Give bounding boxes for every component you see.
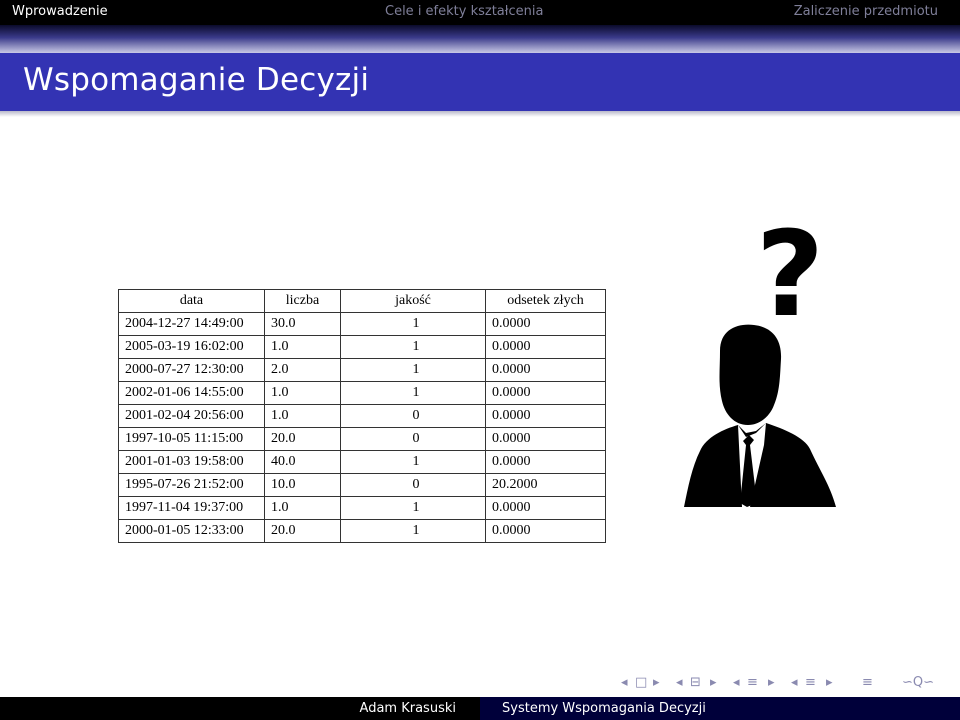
- nav-prev-frame-arrow[interactable]: ◂: [621, 675, 628, 690]
- cell-defect-rate: 0.0000: [485, 381, 606, 405]
- cell-date: 2005-03-19 16:02:00: [118, 335, 265, 359]
- cell-defect-rate: 0.0000: [485, 312, 606, 336]
- cell-date: 2000-07-27 12:30:00: [118, 358, 265, 382]
- cell-defect-rate: 20.2000: [485, 473, 606, 497]
- cell-count: 10.0: [264, 473, 341, 497]
- cell-quality: 1: [340, 312, 486, 336]
- column-header-liczba: liczba: [264, 289, 341, 313]
- cell-defect-rate: 0.0000: [485, 427, 606, 451]
- column-header-jakosc: jakość: [340, 289, 486, 313]
- cell-defect-rate: 0.0000: [485, 335, 606, 359]
- cell-quality: 0: [340, 427, 486, 451]
- table-row: 2001-01-03 19:58:00 40.0 1 0.0000: [118, 450, 606, 474]
- footer-title-box: Systemy Wspomagania Decyzji: [480, 697, 960, 720]
- question-mark-icon: ?: [756, 215, 824, 343]
- nav-next-frame-arrow[interactable]: ▸: [653, 675, 660, 690]
- nav-document-icon[interactable]: ≡: [805, 675, 816, 690]
- cell-quality-value: 1: [412, 500, 420, 515]
- cell-quality: 1: [340, 358, 486, 382]
- cell-count: 40.0: [264, 450, 341, 474]
- nav-subsection-icon[interactable]: ⊟: [690, 675, 701, 690]
- beamer-navigation-controls: ◂ □ ▸ ◂ ⊟ ▸ ◂ ≡ ▸ ◂ ≡ ▸ ≡ ∽Q∽: [0, 672, 960, 694]
- cell-quality-value: 0: [412, 408, 420, 423]
- data-table: data liczba jakość odsetek złych 2004-12…: [118, 289, 606, 543]
- cell-quality-value: 1: [412, 339, 420, 354]
- table-row: 2000-07-27 12:30:00 2.0 1 0.0000: [118, 358, 606, 382]
- footer-author: Adam Krasuski: [359, 701, 456, 716]
- table-row: 2004-12-27 14:49:00 30.0 1 0.0000: [118, 312, 606, 336]
- cell-quality: 1: [340, 450, 486, 474]
- cell-quality: 1: [340, 519, 486, 543]
- cell-date: 2001-02-04 20:56:00: [118, 404, 265, 428]
- nav-prev-document-arrow[interactable]: ◂: [791, 675, 798, 690]
- table-header-row: data liczba jakość odsetek złych: [118, 289, 606, 313]
- cell-quality-value: 0: [412, 431, 420, 446]
- cell-defect-rate: 0.0000: [485, 358, 606, 382]
- cell-date: 2004-12-27 14:49:00: [118, 312, 265, 336]
- cell-quality-value: 1: [412, 362, 420, 377]
- cell-date: 2002-01-06 14:55:00: [118, 381, 265, 405]
- cell-quality: 0: [340, 404, 486, 428]
- cell-date: 1997-10-05 11:15:00: [118, 427, 265, 451]
- cell-defect-rate: 0.0000: [485, 404, 606, 428]
- cell-count: 20.0: [264, 519, 341, 543]
- cell-date: 1997-11-04 19:37:00: [118, 496, 265, 520]
- cell-quality-value: 1: [412, 316, 420, 331]
- nav-search-icon[interactable]: ∽Q∽: [902, 675, 934, 690]
- section-navigation-bar: Wprowadzenie Cele i efekty kształcenia Z…: [0, 0, 960, 25]
- footer-title: Systemy Wspomagania Decyzji: [502, 701, 706, 716]
- cell-date: 1995-07-26 21:52:00: [118, 473, 265, 497]
- table-row: 1995-07-26 21:52:00 10.0 0 20.2000: [118, 473, 606, 497]
- cell-count: 1.0: [264, 381, 341, 405]
- footer-author-box: Adam Krasuski: [0, 697, 480, 720]
- nav-section-cele[interactable]: Cele i efekty kształcenia: [385, 4, 543, 19]
- column-header-odsetek: odsetek złych: [485, 289, 606, 313]
- cell-quality-value: 0: [412, 477, 420, 492]
- nav-next-subsection-arrow[interactable]: ▸: [710, 675, 717, 690]
- nav-frame-icon[interactable]: □: [635, 675, 647, 690]
- cell-count: 20.0: [264, 427, 341, 451]
- nav-section-zaliczenie[interactable]: Zaliczenie przedmiotu: [794, 4, 938, 19]
- header-gradient-band: [0, 25, 960, 53]
- table-row: 2005-03-19 16:02:00 1.0 1 0.0000: [118, 335, 606, 359]
- cell-count: 30.0: [264, 312, 341, 336]
- table-row: 1997-11-04 19:37:00 1.0 1 0.0000: [118, 496, 606, 520]
- nav-next-document-arrow[interactable]: ▸: [826, 675, 833, 690]
- cell-defect-rate: 0.0000: [485, 519, 606, 543]
- cell-count: 1.0: [264, 496, 341, 520]
- head-silhouette: [719, 324, 782, 425]
- table-row: 2002-01-06 14:55:00 1.0 1 0.0000: [118, 381, 606, 405]
- cell-quality: 1: [340, 496, 486, 520]
- cell-quality: 1: [340, 335, 486, 359]
- nav-align-icon[interactable]: ≡: [862, 675, 873, 690]
- nav-next-section-arrow[interactable]: ▸: [768, 675, 775, 690]
- table-row: 1997-10-05 11:15:00 20.0 0 0.0000: [118, 427, 606, 451]
- cell-defect-rate: 0.0000: [485, 450, 606, 474]
- cell-count: 2.0: [264, 358, 341, 382]
- nav-section-icon[interactable]: ≡: [747, 675, 758, 690]
- cell-date: 2001-01-03 19:58:00: [118, 450, 265, 474]
- nav-section-wprowadzenie[interactable]: Wprowadzenie: [12, 4, 108, 19]
- cell-date: 2000-01-05 12:33:00: [118, 519, 265, 543]
- thinking-businessman-icon: ?: [684, 215, 836, 507]
- cell-quality-value: 1: [412, 454, 420, 469]
- cell-defect-rate: 0.0000: [485, 496, 606, 520]
- cell-quality-value: 1: [412, 523, 420, 538]
- cell-quality: 0: [340, 473, 486, 497]
- cell-quality: 1: [340, 381, 486, 405]
- column-header-data: data: [118, 289, 265, 313]
- cell-quality-value: 1: [412, 385, 420, 400]
- cell-count: 1.0: [264, 404, 341, 428]
- nav-prev-section-arrow[interactable]: ◂: [733, 675, 740, 690]
- frame-title: Wspomaganie Decyzji: [23, 62, 370, 98]
- cell-count: 1.0: [264, 335, 341, 359]
- table-row: 2000-01-05 12:33:00 20.0 1 0.0000: [118, 519, 606, 543]
- title-bar-shadow: [0, 111, 960, 117]
- table-row: 2001-02-04 20:56:00 1.0 0 0.0000: [118, 404, 606, 428]
- nav-prev-subsection-arrow[interactable]: ◂: [676, 675, 683, 690]
- footer-bar: Adam Krasuski Systemy Wspomagania Decyzj…: [0, 697, 960, 720]
